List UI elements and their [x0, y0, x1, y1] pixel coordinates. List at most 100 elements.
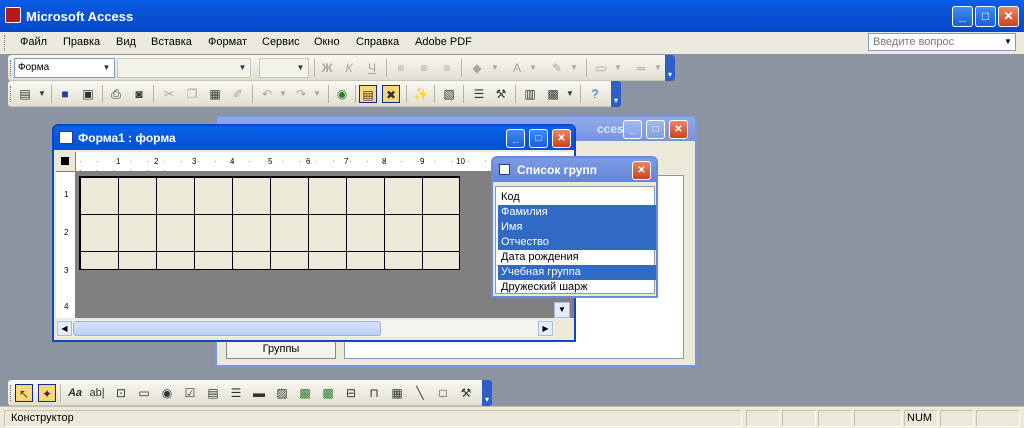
list-item[interactable]: Имя [498, 220, 656, 235]
field-list-box[interactable]: Код Фамилия Имя Отчество Дата рождения У… [495, 186, 656, 295]
object-combo[interactable]: Форма ▼ [14, 58, 115, 78]
menu-view[interactable]: Вид [116, 36, 136, 48]
italic-icon[interactable]: К [340, 59, 358, 77]
select-objects-icon[interactable]: ↖ [15, 384, 33, 402]
builder-icon[interactable]: ⚒ [492, 85, 510, 103]
align-left-icon[interactable]: ≡ [392, 59, 410, 77]
menu-window[interactable]: Окно [314, 36, 340, 48]
text-box-icon[interactable]: ab| [88, 384, 106, 402]
field-list-window[interactable]: Список групп ✕ Код Фамилия Имя Отчество … [491, 156, 658, 298]
vertical-ruler[interactable]: 1 2 3 4 [56, 172, 76, 318]
list-box-icon[interactable]: ☰ [227, 384, 245, 402]
page-break-icon[interactable]: ⊟ [342, 384, 360, 402]
copy-icon[interactable]: ❐ [183, 85, 201, 103]
scroll-down-icon[interactable]: ▼ [554, 302, 570, 318]
chevron-down-icon[interactable]: ▼ [486, 59, 504, 77]
chevron-down-icon[interactable]: ▼ [274, 85, 292, 103]
groups-button[interactable]: Группы [226, 339, 336, 359]
list-item[interactable]: Фамилия [498, 205, 656, 220]
option-button-icon[interactable]: ◉ [158, 384, 176, 402]
special-effect-icon[interactable]: ▭ [592, 59, 610, 77]
close-button[interactable]: ✕ [632, 161, 651, 180]
toolbox-icon[interactable]: ✖ [382, 85, 400, 103]
bound-object-icon[interactable]: ▩ [319, 384, 337, 402]
combo-box-icon[interactable]: ▤ [204, 384, 222, 402]
menu-tools[interactable]: Сервис [262, 36, 300, 48]
option-group-icon[interactable]: ⊡ [112, 384, 130, 402]
scrollbar-thumb[interactable] [73, 321, 381, 336]
toolbar-grip[interactable] [10, 60, 13, 76]
font-name-combo[interactable]: ▼ [117, 58, 251, 78]
check-box-icon[interactable]: ☑ [181, 384, 199, 402]
subform-icon[interactable]: ▦ [388, 384, 406, 402]
horizontal-scrollbar[interactable]: ◀ ▶ [56, 320, 554, 337]
chevron-down-icon[interactable]: ▼ [565, 59, 583, 77]
list-item[interactable]: Учебная группа [498, 265, 656, 280]
cut-icon[interactable]: ✂ [160, 85, 178, 103]
chevron-down-icon[interactable]: ▼ [561, 85, 579, 103]
paste-icon[interactable]: ▦ [206, 85, 224, 103]
menu-format[interactable]: Формат [208, 36, 247, 48]
command-button-icon[interactable]: ▬ [250, 384, 268, 402]
chevron-down-icon[interactable]: ▼ [609, 59, 627, 77]
more-controls-icon[interactable]: ⚒ [457, 384, 475, 402]
minimize-button[interactable]: _ [506, 129, 525, 148]
line-color-icon[interactable]: ✎ [548, 59, 566, 77]
font-size-combo[interactable]: ▼ [259, 58, 309, 78]
toolbar-grip[interactable] [10, 385, 13, 401]
form-icon[interactable] [59, 131, 73, 144]
close-button[interactable]: ✕ [669, 120, 688, 139]
print-preview-icon[interactable]: ◙ [130, 85, 148, 103]
access-app-icon[interactable] [5, 7, 21, 23]
form-detail-grid[interactable] [79, 176, 460, 270]
list-item[interactable]: Дружеский шарж [498, 280, 656, 295]
list-item[interactable]: Код [498, 190, 656, 205]
line-width-icon[interactable]: ═ [632, 59, 650, 77]
new-object-icon[interactable]: ▩ [544, 85, 562, 103]
toolbar-options-icon[interactable]: ▾ [611, 81, 621, 107]
bold-icon[interactable]: Ж [318, 59, 336, 77]
maximize-button[interactable]: □ [646, 120, 665, 139]
scroll-right-icon[interactable]: ▶ [538, 321, 553, 336]
toggle-button-icon[interactable]: ▭ [135, 384, 153, 402]
chevron-down-icon[interactable]: ▼ [100, 60, 113, 76]
close-button[interactable]: ✕ [998, 6, 1019, 27]
view-icon[interactable]: ▤ [16, 85, 34, 103]
toolbar-grip[interactable] [10, 86, 13, 102]
hyperlink-icon[interactable]: ◉ [333, 85, 351, 103]
menu-insert[interactable]: Вставка [151, 36, 192, 48]
form-selector[interactable] [56, 152, 76, 172]
properties-icon[interactable]: ☰ [470, 85, 488, 103]
line-icon[interactable]: ╲ [411, 384, 429, 402]
format-painter-icon[interactable]: ✐ [229, 85, 247, 103]
help-question-box[interactable]: Введите вопрос ▼ [868, 33, 1016, 51]
menu-adobe-pdf[interactable]: Adobe PDF [415, 36, 472, 48]
scroll-left-icon[interactable]: ◀ [57, 321, 72, 336]
menu-file[interactable]: Файл [20, 36, 47, 48]
maximize-button[interactable]: □ [529, 129, 548, 148]
chevron-down-icon[interactable]: ▼ [524, 59, 542, 77]
menu-help[interactable]: Справка [356, 36, 399, 48]
database-window-icon[interactable]: ▥ [521, 85, 539, 103]
field-list-icon[interactable]: ▤ [359, 85, 377, 103]
unbound-object-icon[interactable]: ▩ [296, 384, 314, 402]
maximize-button[interactable]: □ [975, 6, 996, 27]
chevron-down-icon[interactable]: ▼ [33, 85, 51, 103]
fill-color-icon[interactable]: ◆ [468, 59, 486, 77]
tab-control-icon[interactable]: ⊓ [365, 384, 383, 402]
align-right-icon[interactable]: ≡ [438, 59, 456, 77]
list-item[interactable]: Дата рождения [498, 250, 656, 265]
control-wizards-icon[interactable]: ✦ [38, 384, 56, 402]
code-icon[interactable]: ▧ [440, 85, 458, 103]
minimize-button[interactable]: _ [623, 120, 642, 139]
save-icon[interactable]: ■ [56, 85, 74, 103]
print-icon[interactable]: ⎙ [107, 85, 125, 103]
help-icon[interactable]: ? [586, 85, 604, 103]
label-icon[interactable]: Aa [66, 384, 84, 402]
menu-edit[interactable]: Правка [63, 36, 100, 48]
toolbar-options-icon[interactable]: ▾ [665, 55, 675, 81]
file-search-icon[interactable]: ▣ [79, 85, 97, 103]
toolbar-options-icon[interactable]: ▾ [482, 380, 492, 406]
chevron-down-icon[interactable]: ▼ [1001, 34, 1015, 50]
underline-icon[interactable]: Ч [363, 59, 381, 77]
